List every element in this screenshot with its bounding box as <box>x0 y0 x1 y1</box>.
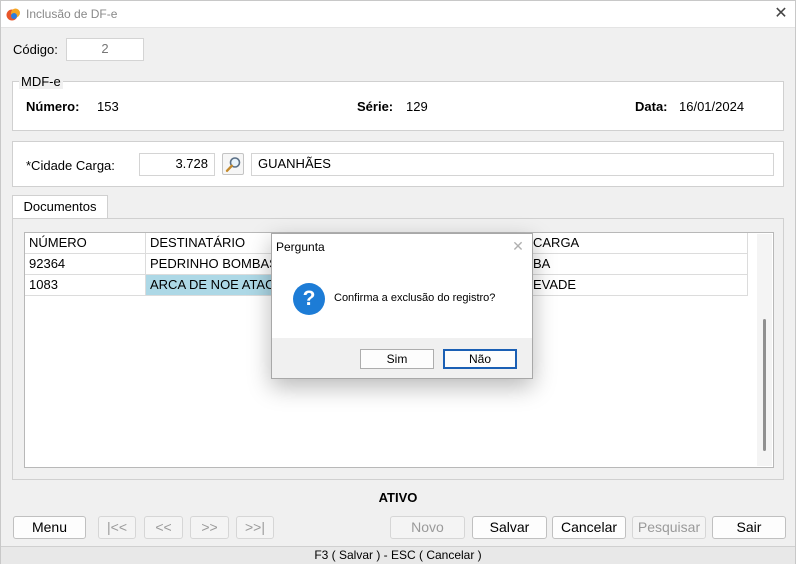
dialog-message: Confirma a exclusão do registro? <box>334 292 496 304</box>
pesquisar-button[interactable]: Pesquisar <box>632 516 706 539</box>
sair-button[interactable]: Sair <box>712 516 786 539</box>
codigo-field[interactable]: 2 <box>66 38 144 61</box>
serie-label: Série: <box>357 99 394 114</box>
dialog-title: Pergunta <box>276 240 325 254</box>
mdfe-groupbox <box>12 81 784 131</box>
scrollbar-thumb[interactable] <box>763 319 766 451</box>
menu-button[interactable]: Menu <box>13 516 86 539</box>
previous-record-button[interactable]: << <box>144 516 183 539</box>
numero-label: Número: <box>26 99 80 114</box>
window-title: Inclusão de DF-e <box>26 7 118 21</box>
table-cell-numero[interactable]: 92364 <box>25 254 146 275</box>
codigo-label: Código: <box>13 42 58 57</box>
grid-vertical-scrollbar[interactable] <box>757 234 772 466</box>
app-logo-icon <box>6 8 20 21</box>
cidade-label: *Cidade Carga: <box>26 158 115 173</box>
salvar-button[interactable]: Salvar <box>472 516 547 539</box>
next-record-button[interactable]: >> <box>190 516 229 539</box>
dialog-body: ? Confirma a exclusão do registro? <box>272 258 532 338</box>
confirm-dialog: Pergunta ✕ ? Confirma a exclusão do regi… <box>271 233 533 379</box>
dialog-no-button[interactable]: Não <box>443 349 517 369</box>
magnifier-icon <box>225 157 241 173</box>
data-value: 16/01/2024 <box>679 99 745 114</box>
table-cell-carga[interactable]: BA <box>529 254 748 275</box>
status-text: ATIVO <box>378 490 418 505</box>
mdfe-legend: MDF-e <box>19 74 63 89</box>
last-record-button[interactable]: >>| <box>236 516 274 539</box>
dialog-yes-button[interactable]: Sim <box>360 349 434 369</box>
question-icon: ? <box>293 283 325 315</box>
shortcut-footer: F3 ( Salvar ) - ESC ( Cancelar ) <box>1 546 795 564</box>
cidade-search-button[interactable] <box>222 153 244 175</box>
serie-value: 129 <box>406 99 428 114</box>
dialog-title-bar: Pergunta ✕ <box>272 234 532 258</box>
first-record-button[interactable]: |<< <box>98 516 136 539</box>
cidade-code-field[interactable]: 3.728 <box>139 153 215 176</box>
column-header-carga[interactable]: CARGA <box>529 233 748 254</box>
table-cell-numero[interactable]: 1083 <box>25 275 146 296</box>
table-cell-carga[interactable]: EVADE <box>529 275 748 296</box>
data-label: Data: <box>635 99 668 114</box>
tab-documentos[interactable]: Documentos <box>12 195 108 219</box>
column-header-numero[interactable]: NÚMERO <box>25 233 146 254</box>
novo-button[interactable]: Novo <box>390 516 465 539</box>
window-close-button[interactable]: ✕ <box>771 4 791 24</box>
dialog-close-button[interactable]: ✕ <box>510 237 526 255</box>
cancelar-button[interactable]: Cancelar <box>552 516 626 539</box>
title-bar: Inclusão de DF-e ✕ <box>1 1 795 28</box>
cidade-name-field[interactable]: GUANHÃES <box>251 153 774 176</box>
numero-value: 153 <box>97 99 119 114</box>
